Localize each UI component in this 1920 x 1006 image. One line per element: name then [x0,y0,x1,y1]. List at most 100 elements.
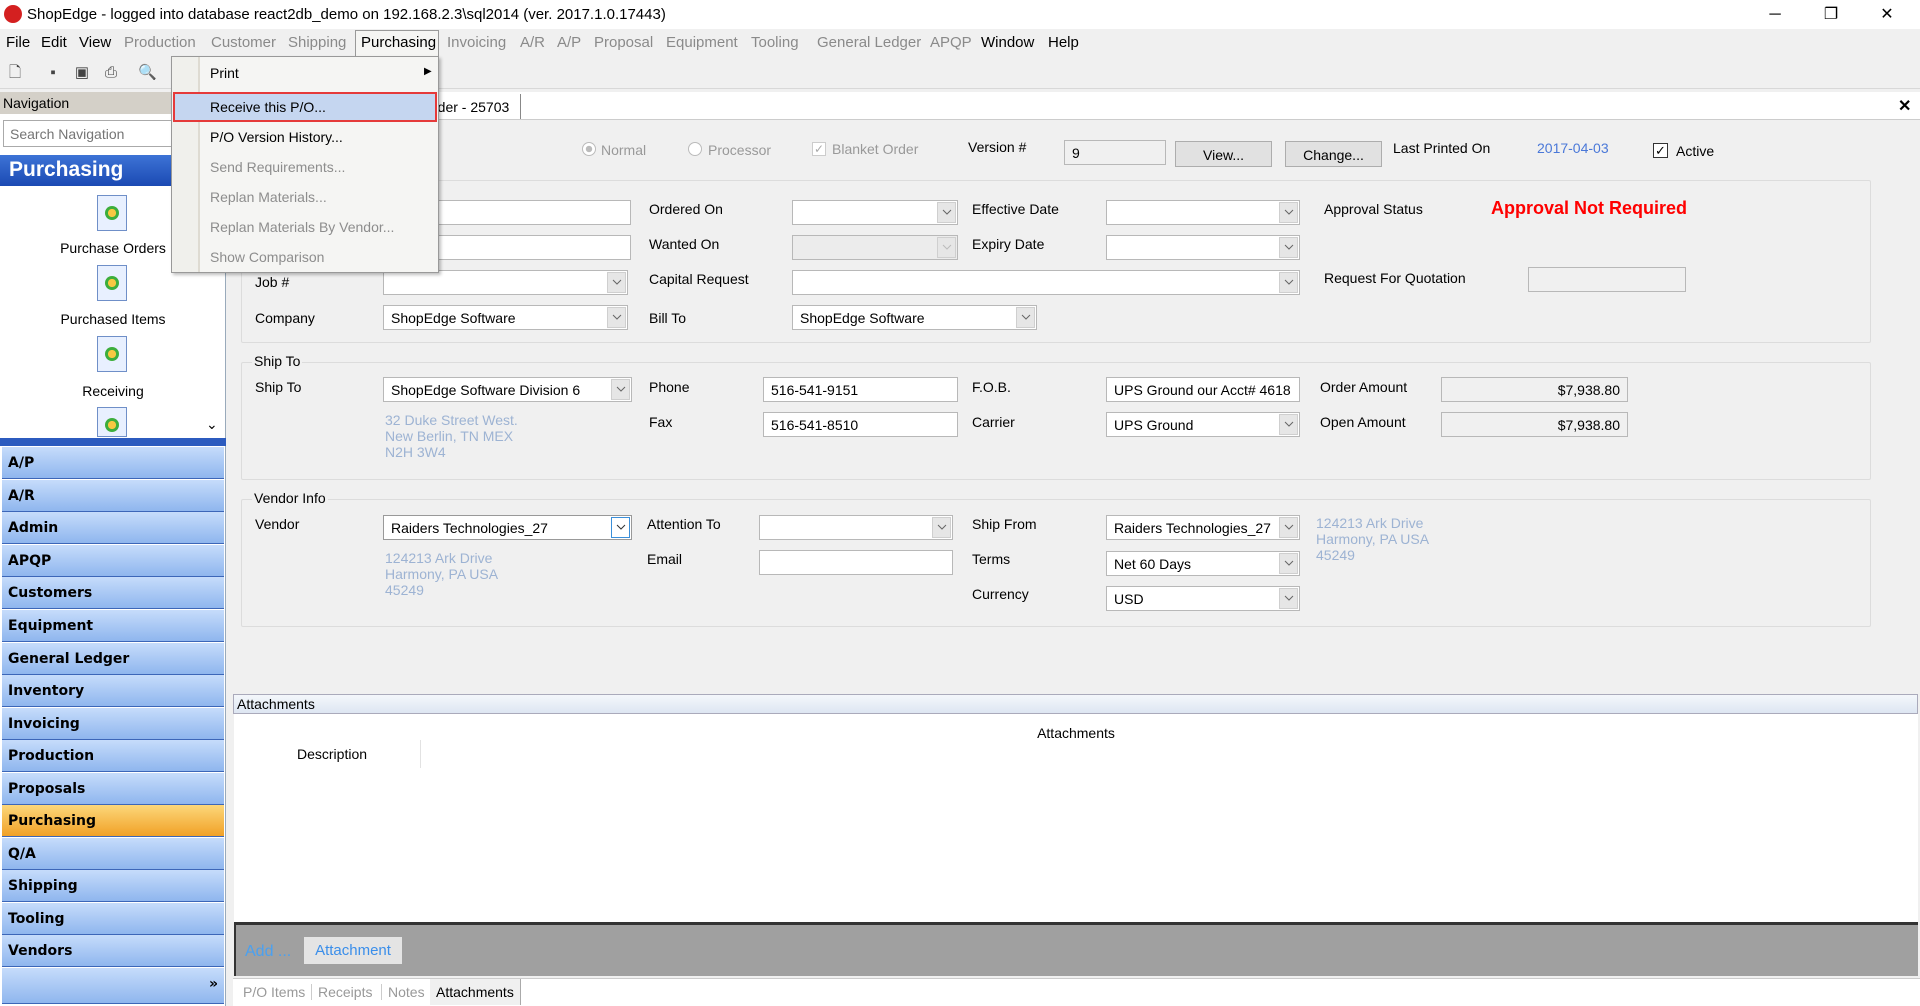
nav-module-general-ledger[interactable]: General Ledger [2,643,224,675]
tab-po-items[interactable]: P/O Items [243,984,305,1000]
menu-tooling[interactable]: Tooling [751,34,799,51]
purchase-orders-icon[interactable] [97,195,127,231]
nav-module-proposals[interactable]: Proposals [2,773,224,805]
menu-item-po-version-history[interactable]: P/O Version History... [210,129,343,145]
menu-ap[interactable]: A/P [557,34,581,51]
carrier-combo[interactable]: UPS Ground [1106,412,1300,437]
ordered-on-date[interactable] [792,200,958,225]
chevron-down-icon[interactable] [1016,307,1035,328]
menu-help[interactable]: Help [1048,34,1079,51]
radio-normal[interactable] [582,142,596,156]
nav-module-customers[interactable]: Customers [2,577,224,609]
menu-customer[interactable]: Customer [211,34,276,51]
company-combo[interactable]: ShopEdge Software [383,305,628,330]
receiving-icon[interactable] [97,336,127,372]
wanted-on-date[interactable] [792,235,958,260]
blanket-order-checkbox[interactable]: ✓ [812,142,826,156]
effective-date[interactable] [1106,200,1300,225]
rfq-field[interactable] [1528,267,1686,292]
chevron-down-icon[interactable] [932,517,951,538]
new-document-icon[interactable]: 🗋 [6,64,24,82]
menu-proposal[interactable]: Proposal [594,34,653,51]
menu-window[interactable]: Window [981,34,1034,51]
chevron-down-icon[interactable] [611,379,630,400]
nav-module-ap[interactable]: A/P [2,447,224,479]
tab-receipts[interactable]: Receipts [311,984,372,1000]
active-checkbox[interactable]: ✓ [1653,143,1668,158]
chevron-down-icon[interactable] [937,202,956,223]
nav-module-tooling[interactable]: Tooling [2,903,224,935]
purchased-items-icon[interactable] [97,265,127,301]
menu-equipment[interactable]: Equipment [666,34,738,51]
version-field[interactable]: 9 [1064,140,1166,165]
save-icon[interactable]: ▪ [44,64,62,82]
capital-request-combo[interactable] [792,270,1300,295]
chevron-down-icon[interactable] [1279,237,1298,258]
chevron-down-icon[interactable] [1279,202,1298,223]
bill-to-combo[interactable]: ShopEdge Software [792,305,1037,330]
menu-apqp[interactable]: APQP [930,34,972,51]
chevron-down-icon[interactable] [611,517,630,538]
menu-item-replan-materials[interactable]: Replan Materials... [210,189,327,205]
column-divider[interactable] [420,740,421,768]
vendor-combo[interactable]: Raiders Technologies_27 [383,515,632,540]
nav-expand-button[interactable]: » [2,968,224,1004]
ship-to-combo[interactable]: ShopEdge Software Division 6 [383,377,632,402]
print-icon[interactable]: ⎙ [102,64,120,82]
menu-production[interactable]: Production [124,34,196,51]
nav-module-purchasing[interactable]: Purchasing [2,805,224,837]
nav-module-inventory[interactable]: Inventory [2,675,224,707]
close-window-button[interactable]: ✕ [1864,0,1910,29]
column-header-description[interactable]: Description [297,746,367,762]
chevron-down-icon[interactable] [937,237,956,258]
terms-combo[interactable]: Net 60 Days [1106,551,1300,576]
change-button[interactable]: Change... [1285,141,1382,167]
print-preview-icon[interactable]: 🔍 [138,64,157,82]
menu-file[interactable]: File [6,34,30,51]
attachment-button[interactable]: Attachment [304,937,402,964]
shortcut-receiving[interactable]: Receiving [0,383,226,399]
menu-item-send-requirements[interactable]: Send Requirements... [210,159,345,175]
nav-module-production[interactable]: Production [2,740,224,772]
splitter-handle[interactable] [0,438,226,446]
email-input[interactable] [759,550,953,575]
scroll-down-chevron-icon[interactable]: ⌄ [206,416,218,433]
chevron-down-icon[interactable] [607,272,626,293]
radio-processor[interactable] [688,142,702,156]
fax-input[interactable]: 516-541-8510 [763,412,958,437]
menu-invoicing[interactable]: Invoicing [447,34,506,51]
shortcut-purchased-items[interactable]: Purchased Items [0,311,226,327]
fob-input[interactable]: UPS Ground our Acct# 4618 [1106,377,1300,402]
menu-edit[interactable]: Edit [41,34,67,51]
chevron-down-icon[interactable] [607,307,626,328]
menu-ar[interactable]: A/R [520,34,545,51]
search-navigation-input[interactable] [3,120,173,147]
nav-module-qa[interactable]: Q/A [2,838,224,870]
tab-attachments[interactable]: Attachments [430,979,521,1005]
chevron-down-icon[interactable] [1279,272,1298,293]
nav-module-equipment[interactable]: Equipment [2,610,224,642]
menu-general-ledger[interactable]: General Ledger [817,34,921,51]
restore-button[interactable]: ❐ [1808,0,1854,29]
nav-module-invoicing[interactable]: Invoicing [2,708,224,740]
currency-combo[interactable]: USD [1106,586,1300,611]
menu-item-receive-po[interactable]: Receive this P/O... [210,99,326,115]
close-document-button[interactable]: ✕ [1898,96,1911,116]
attention-to-combo[interactable] [759,515,953,540]
chevron-down-icon[interactable] [1279,553,1298,574]
minimize-button[interactable]: ─ [1752,0,1798,29]
nav-module-shipping[interactable]: Shipping [2,870,224,902]
menu-purchasing[interactable]: Purchasing [361,34,436,51]
chevron-down-icon[interactable] [1279,588,1298,609]
nav-module-vendors[interactable]: Vendors [2,935,224,967]
menu-view[interactable]: View [79,34,111,51]
ship-from-combo[interactable]: Raiders Technologies_27 [1106,515,1300,540]
job-combo[interactable] [383,270,628,295]
menu-item-print[interactable]: Print [210,65,239,81]
menu-shipping[interactable]: Shipping [288,34,346,51]
nav-module-apqp[interactable]: APQP [2,545,224,577]
tab-notes[interactable]: Notes [381,984,425,1000]
menu-item-show-comparison[interactable]: Show Comparison [210,249,324,265]
phone-input[interactable]: 516-541-9151 [763,377,958,402]
expiry-date[interactable] [1106,235,1300,260]
